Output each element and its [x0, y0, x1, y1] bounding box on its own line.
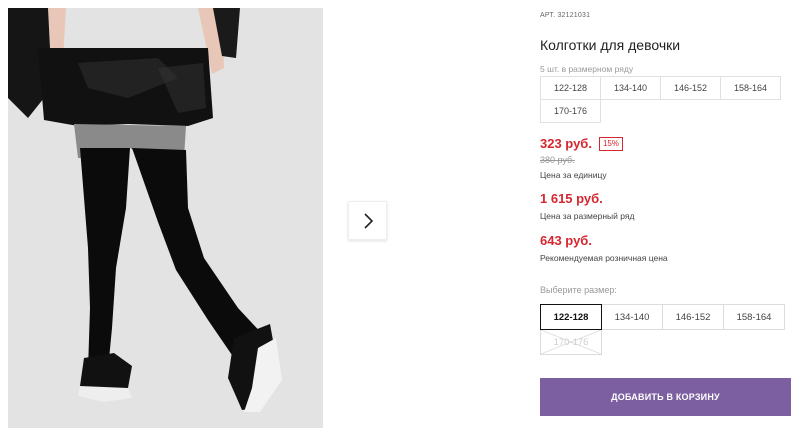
size-option-label: 170-176 — [553, 336, 589, 348]
unit-price: 323 руб. — [540, 136, 592, 151]
pack-size-cell: 158-164 — [720, 76, 781, 100]
product-photo — [8, 8, 323, 428]
article-value: 32121031 — [557, 12, 591, 19]
add-to-cart-button[interactable]: ДОБАВИТЬ В КОРЗИНУ — [540, 378, 791, 416]
series-price-caption: Цена за размерный ряд — [540, 211, 635, 221]
unit-price-caption: Цена за единицу — [540, 170, 607, 180]
gallery-next-button[interactable] — [348, 201, 387, 240]
unit-price-row: 323 руб. 15% — [540, 136, 623, 151]
pack-sizes-table: 122-128 134-140 146-152 158-164 170-176 — [540, 76, 781, 123]
pack-size-cell: 170-176 — [540, 99, 601, 123]
pack-size-cell: 146-152 — [660, 76, 721, 100]
pack-size-cell: 122-128 — [540, 76, 601, 100]
retail-price: 643 руб. — [540, 233, 592, 248]
article-number: АРТ. 32121031 — [540, 12, 590, 19]
size-option-134-140[interactable]: 134-140 — [601, 304, 663, 330]
discount-badge: 15% — [598, 136, 623, 151]
series-price: 1 615 руб. — [540, 191, 603, 206]
pack-caption: 5 шт. в размерном ряду — [540, 64, 634, 74]
size-option-170-176: 170-176 — [540, 329, 602, 355]
size-picker: 122-128 134-140 146-152 158-164 170-176 — [540, 304, 785, 355]
old-price: 380 руб. — [540, 155, 575, 165]
size-option-146-152[interactable]: 146-152 — [662, 304, 724, 330]
retail-price-caption: Рекомендуемая розничная цена — [540, 253, 668, 263]
size-option-122-128[interactable]: 122-128 — [540, 304, 602, 330]
pack-size-cell: 134-140 — [600, 76, 661, 100]
size-option-158-164[interactable]: 158-164 — [723, 304, 785, 330]
article-label: АРТ. — [540, 12, 556, 19]
chevron-right-icon — [363, 212, 373, 229]
product-title: Колготки для девочки — [540, 37, 681, 53]
size-picker-label: Выберите размер: — [540, 285, 617, 295]
gallery-background — [323, 8, 463, 428]
